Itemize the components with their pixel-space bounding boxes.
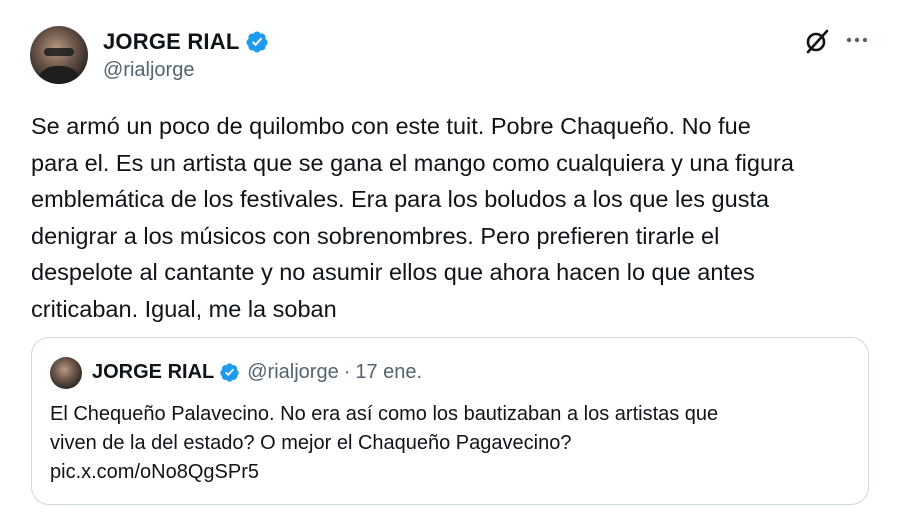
quoted-tweet-text: El Chequeño Palavecino. No era así como …: [50, 403, 719, 483]
quoted-author-name: JORGE RIAL: [92, 361, 215, 383]
author-name-row: JORGE RIAL: [103, 29, 269, 55]
quoted-separator: ·: [343, 361, 351, 383]
tweet-text: Se armó un poco de quilombo con este tui…: [31, 113, 794, 322]
avatar-shirt: [36, 66, 82, 84]
quoted-author-avatar: [50, 357, 82, 389]
verified-badge-icon: [220, 363, 239, 382]
quoted-author-handle: @rialjorge: [247, 361, 339, 383]
verified-badge-icon: [246, 31, 268, 53]
quoted-tweet[interactable]: JORGE RIAL @rialjorge · 17 ene. El Chequ…: [31, 337, 869, 505]
more-options-icon[interactable]: [845, 34, 869, 46]
avatar-glasses: [44, 48, 74, 56]
author-name[interactable]: JORGE RIAL: [103, 29, 239, 55]
grok-icon[interactable]: [803, 27, 831, 55]
author-handle[interactable]: @rialjorge: [103, 59, 194, 82]
quoted-tweet-header: JORGE RIAL @rialjorge · 17 ene.: [92, 361, 422, 384]
tweet[interactable]: JORGE RIAL @rialjorge Se armó un poco de…: [0, 0, 900, 519]
quoted-date[interactable]: 17 ene.: [355, 361, 422, 384]
author-avatar[interactable]: [30, 26, 88, 84]
